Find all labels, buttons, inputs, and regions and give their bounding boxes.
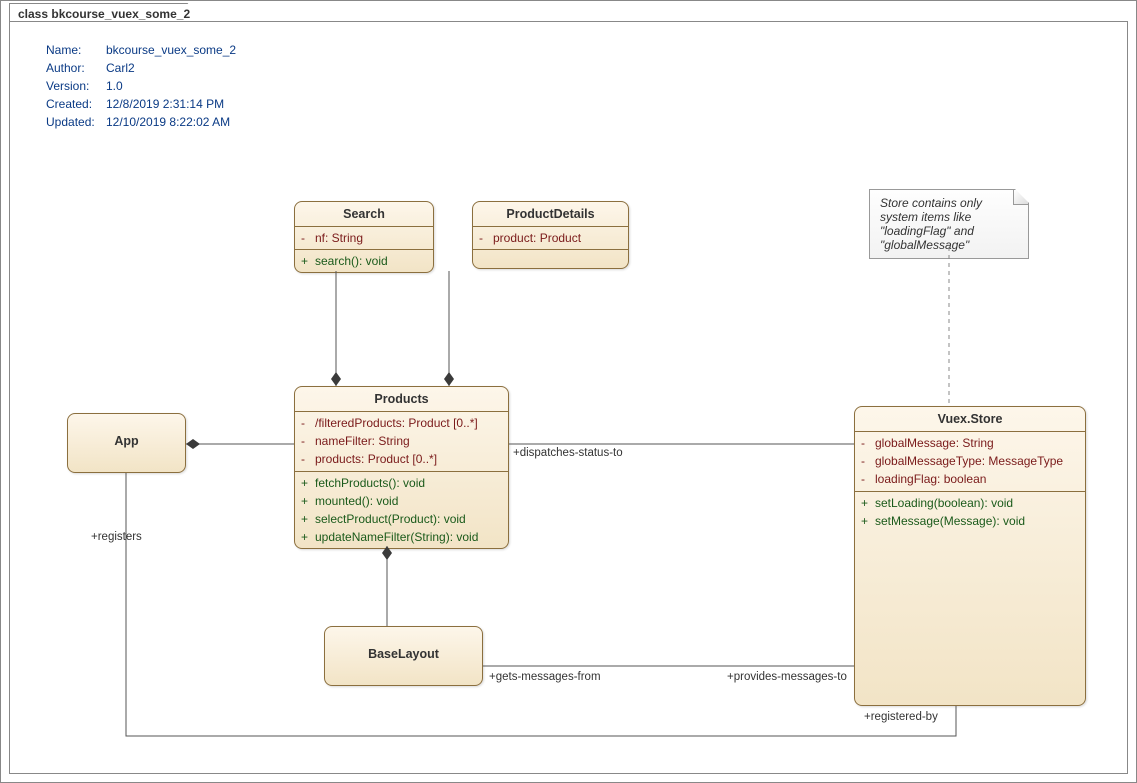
attr: products: Product [0..*] xyxy=(315,451,437,467)
meta-created-label: Created: xyxy=(46,95,106,113)
vis: - xyxy=(301,433,315,449)
meta-version-label: Version: xyxy=(46,77,106,95)
meta-updated-label: Updated: xyxy=(46,113,106,131)
meta-created-value: 12/8/2019 2:31:14 PM xyxy=(106,95,224,113)
attr: globalMessage: String xyxy=(875,435,994,451)
class-app[interactable]: App xyxy=(67,413,186,473)
diagram-canvas: class bkcourse_vuex_some_2 Name:bkcourse… xyxy=(0,0,1137,783)
label-provides-messages: +provides-messages-to xyxy=(727,671,847,683)
meta-author-value: Carl2 xyxy=(106,59,135,77)
vis: + xyxy=(301,493,315,509)
op: setMessage(Message): void xyxy=(875,513,1025,529)
class-base-layout[interactable]: BaseLayout xyxy=(324,626,483,686)
attr: globalMessageType: MessageType xyxy=(875,453,1063,469)
op: mounted(): void xyxy=(315,493,398,509)
vis: - xyxy=(301,415,315,431)
vis: + xyxy=(301,529,315,545)
class-app-name: App xyxy=(68,414,185,453)
vis: + xyxy=(301,475,315,491)
op: fetchProducts(): void xyxy=(315,475,425,491)
attr: product: Product xyxy=(493,230,581,246)
vis: - xyxy=(479,230,493,246)
attr: /filteredProducts: Product [0..*] xyxy=(315,415,478,431)
vis: - xyxy=(861,435,875,451)
label-dispatches: +dispatches-status-to xyxy=(513,447,623,459)
op: selectProduct(Product): void xyxy=(315,511,466,527)
op: search(): void xyxy=(315,253,388,269)
vis: + xyxy=(301,511,315,527)
label-registered-by: +registered-by xyxy=(864,711,938,723)
diagram-tab-label: class bkcourse_vuex_some_2 xyxy=(18,7,190,21)
class-vuex-store-name: Vuex.Store xyxy=(855,407,1085,432)
meta-updated-value: 12/10/2019 8:22:02 AM xyxy=(106,113,230,131)
vis: + xyxy=(861,495,875,511)
op: setLoading(boolean): void xyxy=(875,495,1013,511)
meta-version-value: 1.0 xyxy=(106,77,123,95)
vis: - xyxy=(301,451,315,467)
class-search-name: Search xyxy=(295,202,433,227)
class-product-details[interactable]: ProductDetails -product: Product xyxy=(472,201,629,269)
meta-author-label: Author: xyxy=(46,59,106,77)
attr: nf: String xyxy=(315,230,363,246)
class-search[interactable]: Search -nf: String +search(): void xyxy=(294,201,434,273)
meta-name-label: Name: xyxy=(46,41,106,59)
store-note-text: Store contains only system items like "l… xyxy=(880,196,982,252)
diagram-metadata: Name:bkcourse_vuex_some_2 Author:Carl2 V… xyxy=(46,41,236,131)
class-product-details-name: ProductDetails xyxy=(473,202,628,227)
vis: - xyxy=(861,453,875,469)
label-gets-messages: +gets-messages-from xyxy=(489,671,601,683)
class-base-layout-name: BaseLayout xyxy=(325,627,482,666)
op: updateNameFilter(String): void xyxy=(315,529,478,545)
class-products[interactable]: Products -/filteredProducts: Product [0.… xyxy=(294,386,509,549)
attr: loadingFlag: boolean xyxy=(875,471,986,487)
vis: - xyxy=(861,471,875,487)
vis: + xyxy=(861,513,875,529)
label-registers: +registers xyxy=(91,531,142,543)
meta-name-value: bkcourse_vuex_some_2 xyxy=(106,41,236,59)
vis: - xyxy=(301,230,315,246)
class-products-name: Products xyxy=(295,387,508,412)
attr: nameFilter: String xyxy=(315,433,410,449)
store-note: Store contains only system items like "l… xyxy=(869,189,1029,259)
vis: + xyxy=(301,253,315,269)
class-vuex-store[interactable]: Vuex.Store -globalMessage: String -globa… xyxy=(854,406,1086,706)
